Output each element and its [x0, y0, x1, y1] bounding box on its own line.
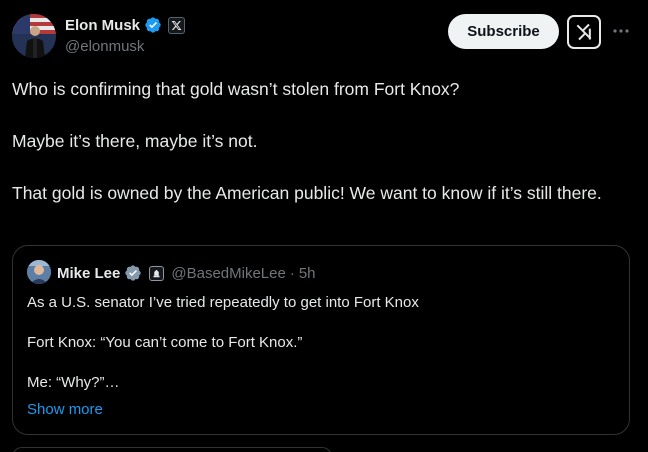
grok-button[interactable] [567, 15, 601, 49]
quote-paragraph: Fort Knox: “You can’t come to Fort Knox.… [27, 334, 303, 351]
tweet-paragraph: That gold is owned by the American publi… [12, 183, 602, 203]
subscribe-button[interactable]: Subscribe [448, 14, 559, 49]
avatar-image [12, 14, 56, 58]
author-avatar[interactable] [12, 14, 56, 58]
grok-icon [576, 23, 592, 41]
x-affiliation-icon[interactable] [168, 16, 186, 34]
quote-avatar-image [27, 260, 51, 284]
author-handle[interactable]: @elonmusk [65, 38, 144, 55]
quote-paragraph: As a U.S. senator I’ve tried repeatedly … [27, 294, 419, 311]
quote-display-name[interactable]: Mike Lee [57, 265, 120, 282]
quote-author-avatar[interactable] [27, 260, 51, 284]
tweet-paragraph: Who is confirming that gold wasn’t stole… [12, 79, 460, 99]
quote-paragraph: Me: “Why?”… [27, 374, 120, 391]
capitol-icon [153, 269, 160, 277]
tweet-paragraph: Maybe it’s there, maybe it’s not. [12, 131, 258, 151]
show-more-link[interactable]: Show more [27, 401, 103, 418]
government-badge-icon[interactable] [149, 265, 165, 281]
verified-badge-icon[interactable] [144, 16, 162, 34]
quote-timestamp[interactable]: 5h [299, 265, 316, 282]
x-logo-icon [171, 20, 182, 30]
quote-separator: · [289, 264, 295, 282]
author-name-row: Elon Musk [65, 15, 186, 35]
quote-text: As a U.S. senator I’ve tried repeatedly … [27, 293, 617, 393]
quote-handle[interactable]: @BasedMikeLee [171, 265, 285, 282]
quoted-tweet[interactable]: Mike Lee @BasedMikeLee · 5h As a U.S. se… [12, 245, 630, 435]
tweet-text: Who is confirming that gold wasn’t stole… [12, 76, 632, 206]
author-display-name[interactable]: Elon Musk [65, 17, 140, 34]
more-horizontal-icon [613, 29, 629, 33]
more-options-button[interactable] [610, 20, 632, 42]
next-card-edge [12, 447, 332, 452]
tweet-card: Elon Musk @elonmusk Subscribe Who is con [0, 0, 648, 452]
quote-name-row: Mike Lee @BasedMikeLee · 5h [57, 263, 316, 283]
gray-verified-badge-icon[interactable] [124, 264, 142, 282]
